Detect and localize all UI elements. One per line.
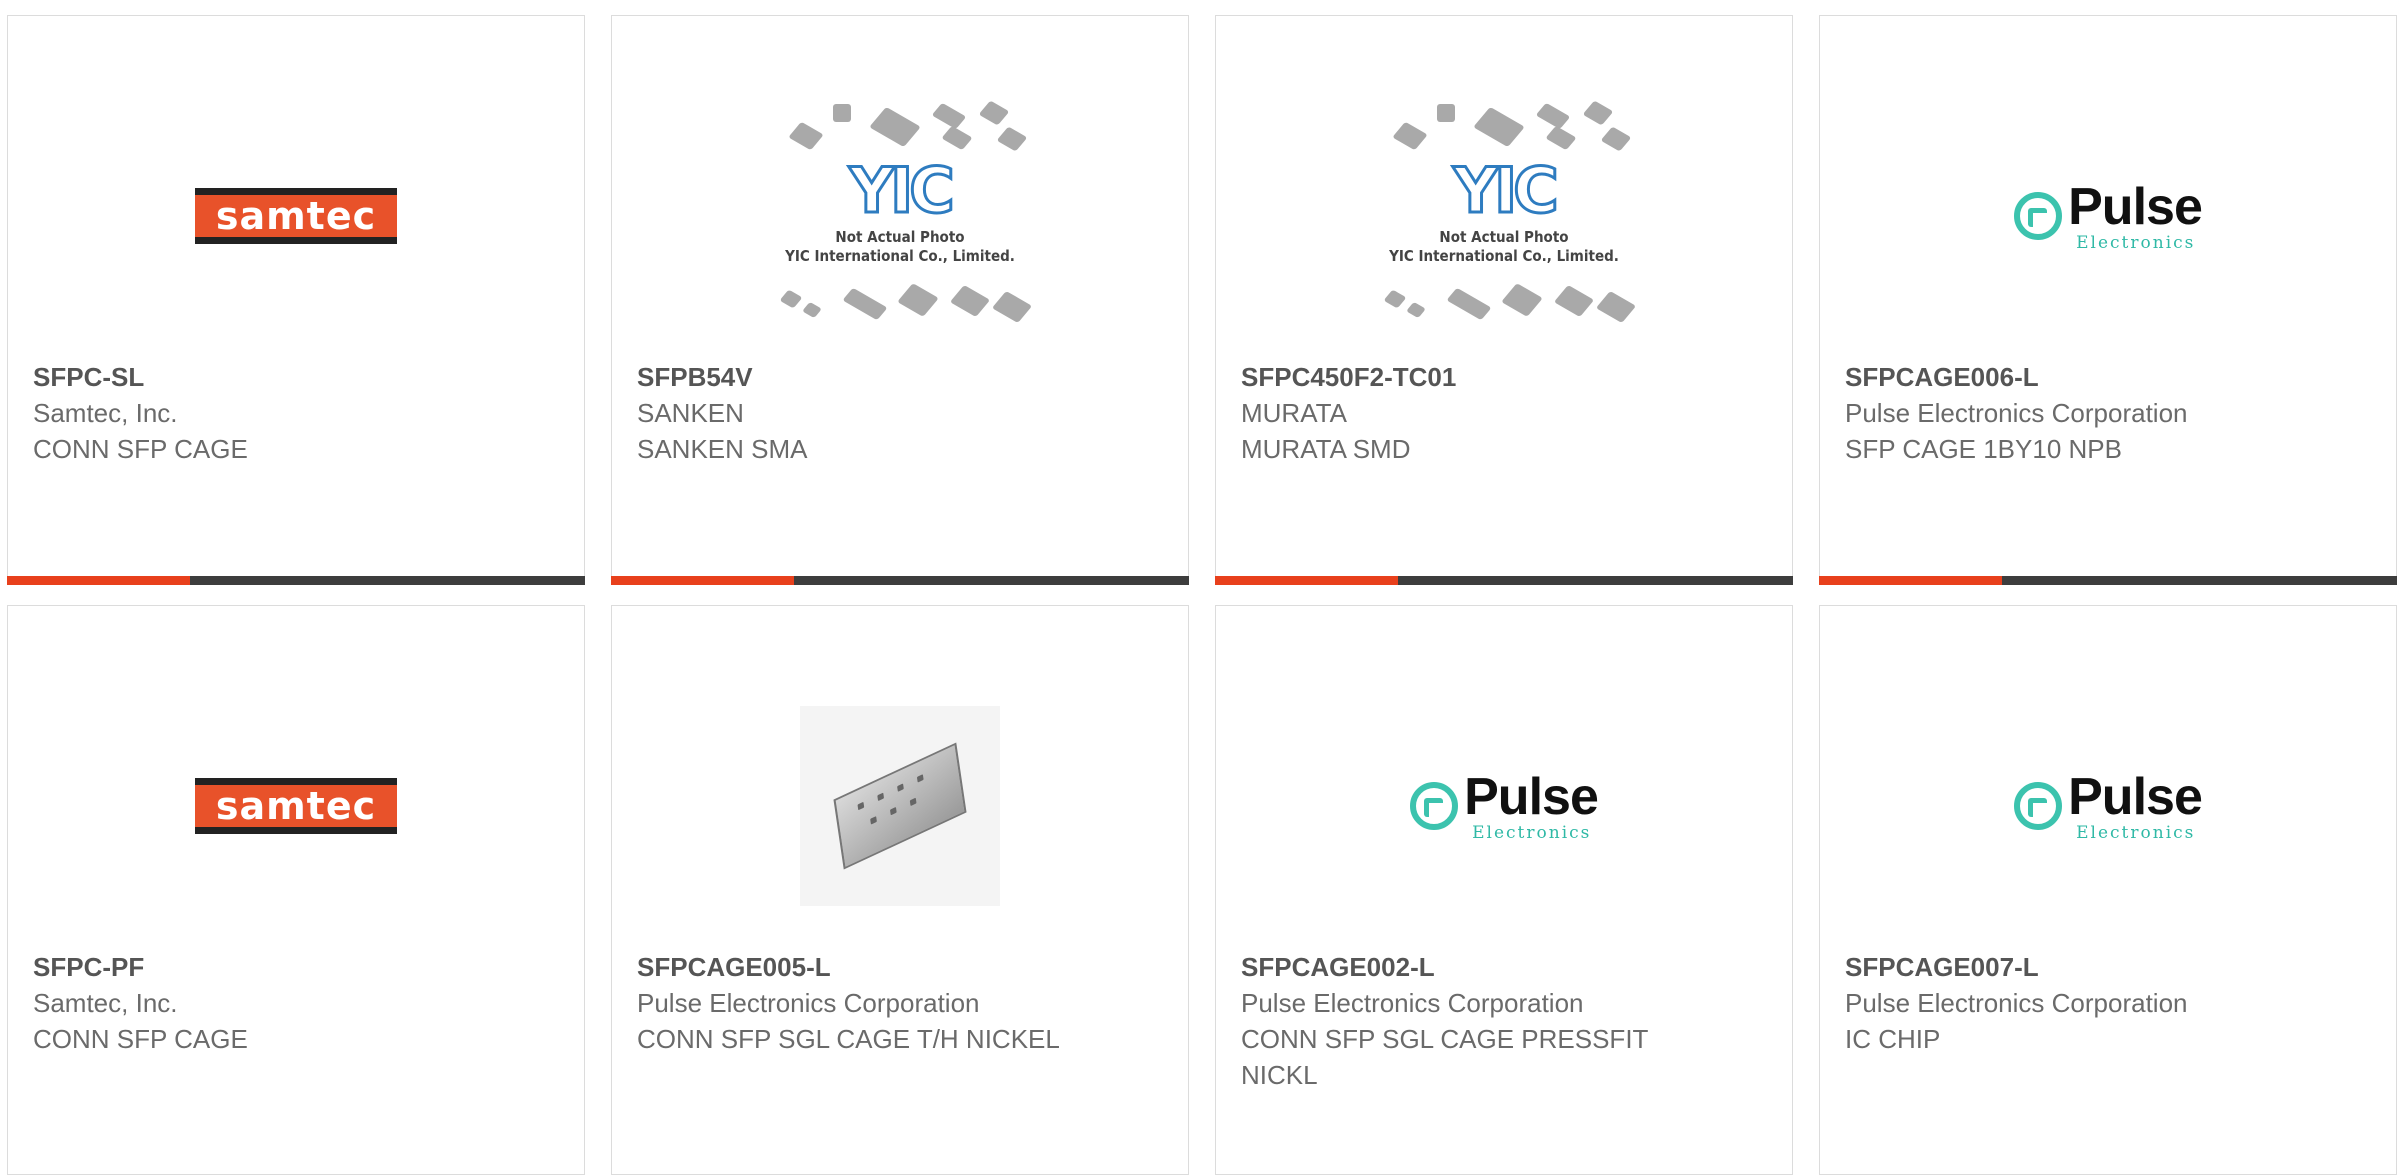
product-card[interactable]: Pulse Electronics SFPCAGE002-L Pulse Elec… [1215, 605, 1793, 1175]
card-accent-bar [1819, 576, 2397, 585]
description: SFP CAGE 1BY10 NPB [1845, 434, 2122, 464]
samtec-logo: samtec [195, 778, 397, 834]
description: CONN SFP CAGE [33, 1024, 248, 1054]
part-number[interactable]: SFPC-PF [33, 949, 564, 985]
pulse-mark-icon [2014, 782, 2063, 830]
description: MURATA SMD [1241, 434, 1411, 464]
pulse-electronics-logo: Pulse Electronics [2014, 181, 2203, 252]
manufacturer: Samtec, Inc. [33, 398, 178, 428]
part-number[interactable]: SFPB54V [637, 359, 1168, 395]
manufacturer: SANKEN [637, 398, 744, 428]
pulse-electronics-logo: Pulse Electronics [2014, 771, 2203, 842]
product-card[interactable]: Pulse Electronics SFPCAGE007-L Pulse Elec… [1819, 605, 2397, 1175]
product-image[interactable]: samtec [8, 686, 584, 926]
product-card[interactable]: samtec SFPC-SL Samtec, Inc. CONN SFP CAG… [7, 15, 585, 585]
product-card[interactable]: SFPCAGE005-L Pulse Electronics Corporati… [611, 605, 1189, 1175]
product-image[interactable]: Pulse Electronics [1216, 686, 1792, 926]
pulse-mark-icon [2014, 192, 2063, 240]
product-image[interactable]: YIC Not Actual Photo YIC International Co… [1216, 96, 1792, 336]
product-card[interactable]: Pulse Electronics SFPCAGE006-L Pulse Elec… [1819, 15, 2397, 585]
product-image[interactable]: YIC Not Actual Photo YIC International Co… [612, 96, 1188, 336]
manufacturer: Pulse Electronics Corporation [1845, 988, 2188, 1018]
description: IC CHIP [1845, 1024, 1941, 1054]
part-number[interactable]: SFPCAGE007-L [1845, 949, 2376, 985]
description: CONN SFP SGL CAGE T/H NICKEL [637, 1024, 1060, 1054]
yic-placeholder-image: YIC Not Actual Photo YIC International Co… [765, 96, 1035, 336]
product-grid: samtec SFPC-SL Samtec, Inc. CONN SFP CAG… [0, 0, 2400, 1175]
product-card[interactable]: samtec SFPC-PF Samtec, Inc. CONN SFP CAG… [7, 605, 585, 1175]
manufacturer: Pulse Electronics Corporation [1241, 988, 1584, 1018]
manufacturer: Samtec, Inc. [33, 988, 178, 1018]
part-number[interactable]: SFPCAGE005-L [637, 949, 1168, 985]
card-accent-bar [1215, 576, 1793, 585]
part-number[interactable]: SFPC-SL [33, 359, 564, 395]
product-image[interactable]: Pulse Electronics [1820, 96, 2396, 336]
description: CONN SFP CAGE [33, 434, 248, 464]
part-number[interactable]: SFPCAGE002-L [1241, 949, 1772, 985]
product-image[interactable] [612, 686, 1188, 926]
card-accent-bar [7, 576, 585, 585]
product-image[interactable]: samtec [8, 96, 584, 336]
part-number[interactable]: SFPCAGE006-L [1845, 359, 2376, 395]
yic-placeholder-image: YIC Not Actual Photo YIC International Co… [1369, 96, 1639, 336]
pulse-electronics-logo: Pulse Electronics [1410, 771, 1599, 842]
manufacturer: Pulse Electronics Corporation [1845, 398, 2188, 428]
description: CONN SFP SGL CAGE PRESSFIT NICKL [1241, 1024, 1648, 1090]
samtec-logo: samtec [195, 188, 397, 244]
manufacturer: Pulse Electronics Corporation [637, 988, 980, 1018]
description: SANKEN SMA [637, 434, 808, 464]
product-image[interactable]: Pulse Electronics [1820, 686, 2396, 926]
product-card[interactable]: YIC Not Actual Photo YIC International Co… [1215, 15, 1793, 585]
part-number[interactable]: SFPC450F2-TC01 [1241, 359, 1772, 395]
sfp-cage-photo [800, 706, 1000, 906]
manufacturer: MURATA [1241, 398, 1347, 428]
pulse-mark-icon [1410, 782, 1459, 830]
card-accent-bar [611, 576, 1189, 585]
product-card[interactable]: YIC Not Actual Photo YIC International Co… [611, 15, 1189, 585]
